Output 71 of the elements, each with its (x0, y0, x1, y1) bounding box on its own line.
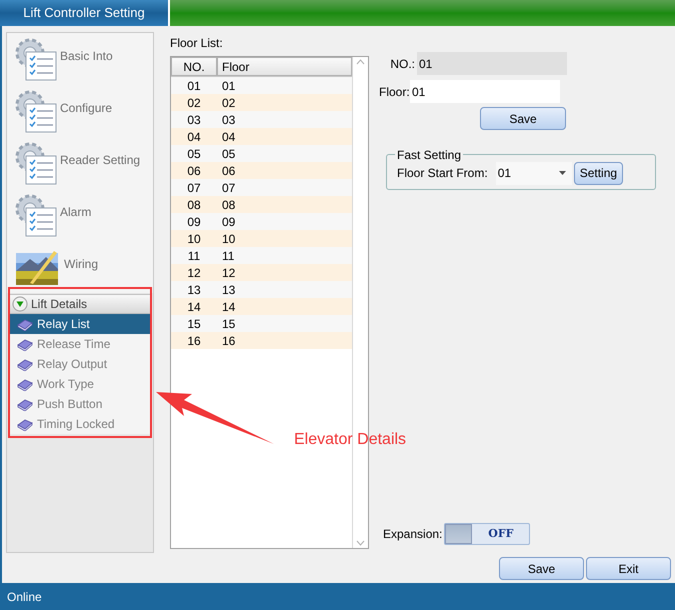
table-cell-text: 06 (186, 162, 202, 180)
book-icon (17, 377, 33, 391)
table-cell-text: 10 (221, 230, 236, 248)
annotation-text: Elevator Details (294, 430, 406, 450)
sidebar-item[interactable]: Reader Setting (60, 151, 140, 169)
book-icon (17, 357, 33, 371)
floor-start-dropdown[interactable]: 01 (496, 162, 572, 184)
expansion-label: Expansion: (383, 526, 442, 543)
table-cell-text: 05 (186, 146, 202, 162)
table-cell-text: 08 (221, 196, 236, 214)
table-cell-text: 06 (221, 162, 236, 180)
table-cell-text: 07 (186, 180, 202, 196)
no-field[interactable]: 01 (417, 52, 567, 75)
table-cell-text: 04 (186, 128, 202, 146)
table-cell-text: 16 (221, 332, 236, 350)
table-cell-text: 04 (221, 128, 236, 146)
table-cell-text: 02 (221, 94, 236, 112)
sidebar-subitem[interactable]: Work Type (9, 374, 151, 394)
table-cell-text: 09 (186, 214, 202, 230)
expansion-toggle[interactable]: OFF (444, 523, 530, 545)
scroll-down-icon[interactable] (356, 540, 365, 546)
sidebar-item[interactable]: Basic Into (60, 47, 113, 65)
table-cell-text: 14 (186, 298, 202, 316)
table-cell-text: 08 (186, 196, 202, 214)
table-cell-text: 12 (186, 264, 202, 282)
book-icon (17, 337, 33, 351)
table-cell-text: 03 (186, 112, 202, 128)
status-text: Online (7, 588, 42, 606)
book-icon (17, 417, 33, 431)
floor-label: Floor: (379, 84, 408, 100)
table-cell-text: 16 (186, 332, 202, 350)
column-header[interactable]: Floor (217, 57, 352, 76)
sidebar-item[interactable]: Alarm (60, 203, 92, 221)
dialog-button[interactable]: Exit (586, 557, 671, 580)
floor-field[interactable]: 01 (410, 80, 560, 103)
table-cell-text: 01 (186, 78, 202, 94)
setting-button[interactable]: Setting (574, 162, 624, 184)
sidebar-subitem[interactable]: Push Button (9, 394, 151, 414)
table-cell-text: 15 (186, 316, 202, 332)
sidebar-item[interactable]: Wiring (64, 255, 98, 273)
sidebar-subitem[interactable]: Timing Locked (9, 414, 151, 434)
table-cell-text: 11 (186, 248, 202, 264)
table-cell-text: 14 (221, 298, 236, 316)
sidebar-subitem[interactable]: Relay Output (9, 354, 151, 374)
column-header[interactable]: NO. (171, 57, 217, 76)
table-cell-text: 13 (221, 282, 236, 298)
floor-list-label: Floor List: (170, 35, 224, 52)
table-cell-text: 15 (221, 316, 236, 332)
sidebar-item[interactable]: Configure (60, 99, 112, 117)
table-cell-text: 12 (221, 264, 236, 282)
table-cell-text: 02 (186, 94, 202, 112)
table-cell-text: 13 (186, 282, 202, 298)
save-button[interactable]: Save (480, 107, 566, 130)
table-cell-text: 01 (221, 78, 236, 94)
table-cell-text: 10 (186, 230, 202, 248)
table-cell-text: 05 (221, 146, 236, 162)
sidebar-subitem[interactable]: Relay List (9, 314, 151, 334)
expand-icon[interactable] (12, 296, 28, 312)
scroll-up-icon[interactable] (356, 59, 365, 65)
dialog-button[interactable]: Save (499, 557, 584, 580)
table-cell-text: 03 (221, 112, 236, 128)
book-icon (17, 317, 33, 331)
book-icon (17, 397, 33, 411)
floor-start-label: Floor Start From: (397, 165, 488, 182)
group-header[interactable]: Lift Details (9, 294, 151, 314)
table-cell-text: 07 (221, 180, 236, 196)
no-label: NO.: (389, 56, 415, 72)
sidebar-subitem[interactable]: Release Time (9, 334, 151, 354)
table-cell-text: 11 (221, 248, 234, 264)
window-title: Lift Controller Setting (0, 0, 170, 26)
table-cell-text: 09 (221, 214, 236, 230)
